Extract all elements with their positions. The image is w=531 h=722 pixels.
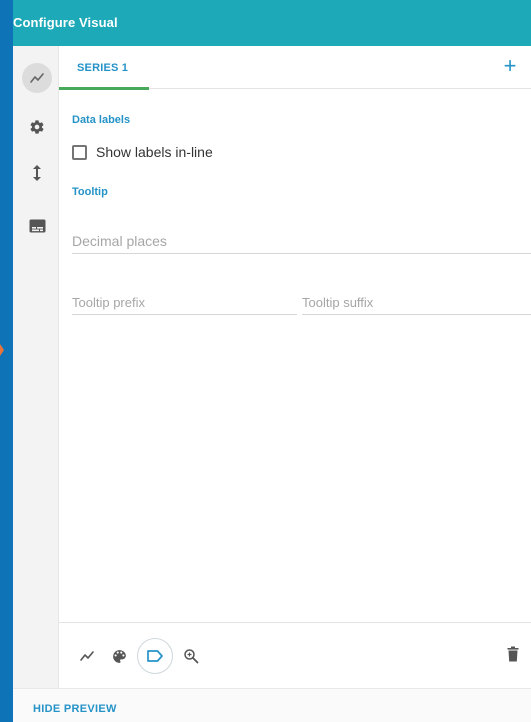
rail-subtitles-button[interactable] xyxy=(22,211,52,241)
toolbar-color-button[interactable] xyxy=(105,642,133,670)
toolbar-chart-type-button[interactable] xyxy=(73,642,101,670)
tooltip-prefix-field xyxy=(72,291,297,315)
edge-arrow-marker xyxy=(0,344,4,356)
show-labels-inline-checkbox[interactable] xyxy=(72,144,87,160)
show-labels-inline-label: Show labels in-line xyxy=(96,144,213,160)
tab-series-1[interactable]: SERIES 1 xyxy=(59,46,149,90)
series-tab-bar: SERIES 1 + xyxy=(59,46,531,90)
add-series-button[interactable]: + xyxy=(499,55,521,78)
tab-series-1-label: SERIES 1 xyxy=(77,62,129,74)
tooltip-suffix-input[interactable] xyxy=(302,291,531,313)
panel-title: Configure Visual xyxy=(13,15,118,30)
side-rail xyxy=(13,46,59,688)
decimal-places-input[interactable] xyxy=(72,230,531,252)
delete-series-button[interactable] xyxy=(507,646,519,667)
rail-axis-button[interactable] xyxy=(22,158,52,188)
line-chart-icon xyxy=(30,73,44,83)
toolbar-label-button[interactable] xyxy=(137,638,173,674)
rail-settings-button[interactable] xyxy=(22,112,52,142)
data-labels-heading: Data labels xyxy=(72,114,131,126)
label-icon xyxy=(147,650,163,662)
configure-visual-panel: Configure Visual SERIES 1 + Data labels … xyxy=(13,0,531,722)
series-toolbar xyxy=(59,622,531,688)
show-labels-inline-option[interactable]: Show labels in-line xyxy=(72,142,213,162)
gear-icon xyxy=(30,120,44,134)
subtitles-icon xyxy=(29,219,45,233)
tooltip-prefix-input[interactable] xyxy=(72,291,297,313)
decimal-places-field xyxy=(72,230,531,254)
hide-preview-button[interactable]: HIDE PREVIEW xyxy=(33,703,117,715)
tooltip-suffix-field xyxy=(302,291,531,315)
panel-header: Configure Visual xyxy=(13,0,531,46)
line-chart-icon xyxy=(80,651,94,661)
toolbar-zoom-button[interactable] xyxy=(177,642,205,670)
palette-icon xyxy=(112,649,126,663)
trash-icon xyxy=(507,646,519,662)
rail-chart-button[interactable] xyxy=(22,63,52,93)
preview-bar: HIDE PREVIEW xyxy=(13,688,531,722)
active-tab-indicator xyxy=(59,87,149,90)
vertical-arrows-icon xyxy=(33,165,41,181)
tooltip-heading: Tooltip xyxy=(72,186,108,198)
zoom-in-icon xyxy=(184,649,199,664)
